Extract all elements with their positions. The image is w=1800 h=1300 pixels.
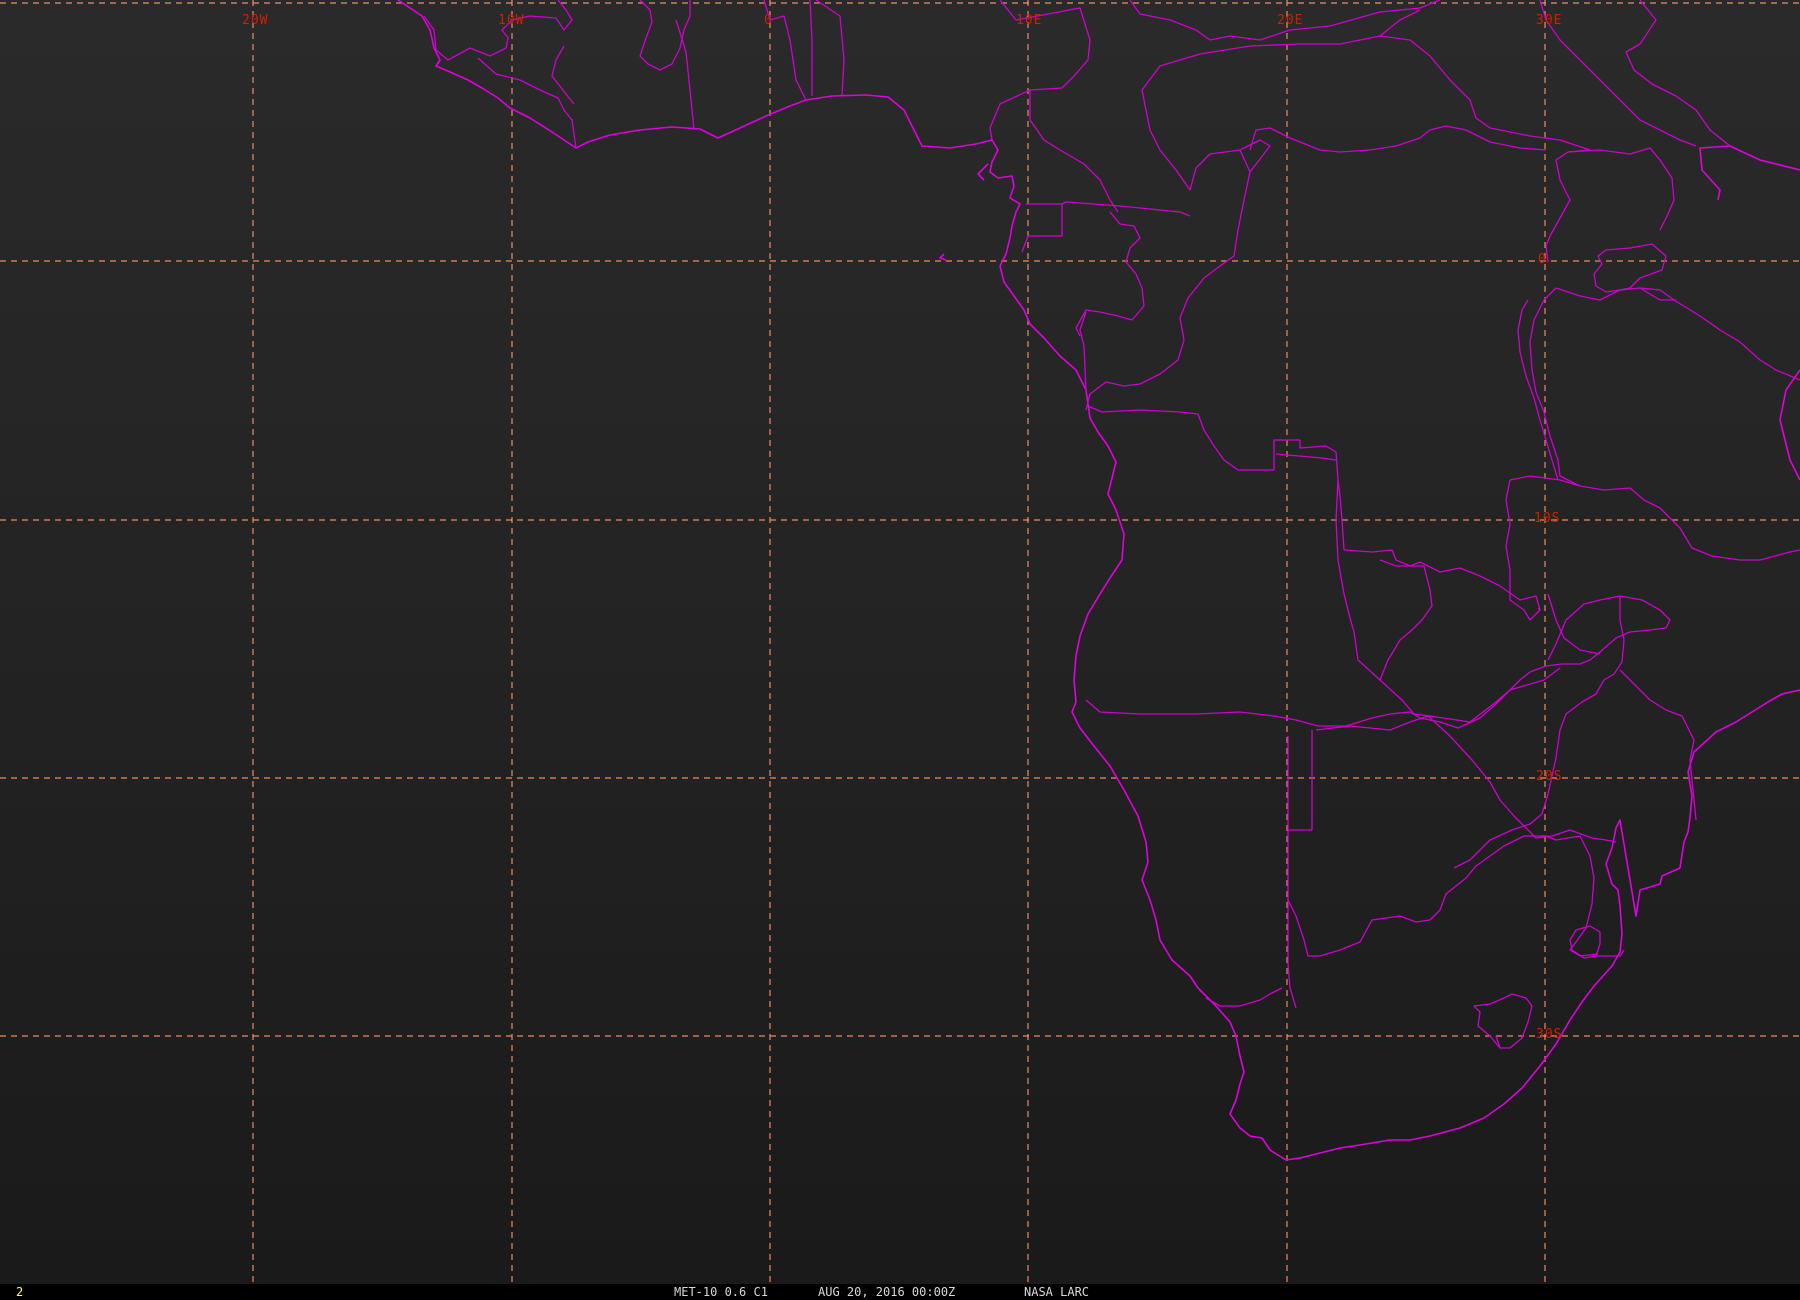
lon-label-30e: 30E [1536, 13, 1562, 28]
frame-number: 2 [16, 1285, 24, 1299]
lon-label-0: 0 [764, 13, 773, 28]
datetime-label: AUG 20, 2016 00:00Z [818, 1285, 956, 1299]
map-background [0, 0, 1800, 1284]
lon-label-20e: 20E [1277, 13, 1303, 28]
product-label: MET-10 0.6 C1 [674, 1285, 768, 1299]
lat-label-30s: 30S [1536, 1027, 1562, 1042]
lon-label-20w: 20W [242, 13, 268, 28]
lon-label-10e: 10E [1016, 13, 1042, 28]
source-label: NASA LARC [1024, 1285, 1090, 1299]
lat-label-10s: 10S [1534, 511, 1560, 526]
status-bar: 2 MET-10 0.6 C1 AUG 20, 2016 00:00Z NASA… [0, 1284, 1800, 1300]
satellite-map: 20W 10W 0 10E 20E 30E 0 10S 20S 30S [0, 0, 1800, 1284]
lat-label-0: 0 [1538, 252, 1547, 267]
lat-label-20s: 20S [1536, 769, 1562, 784]
lon-label-10w: 10W [498, 13, 524, 28]
